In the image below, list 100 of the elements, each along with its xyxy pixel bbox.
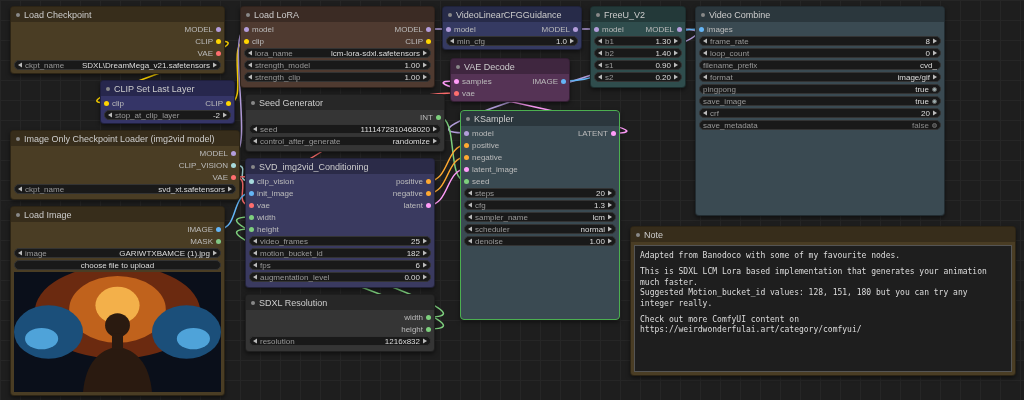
- text-widget[interactable]: filename_prefix cvd_: [699, 60, 941, 70]
- collapse-dot-icon[interactable]: [456, 64, 460, 69]
- collapse-dot-icon[interactable]: [106, 86, 110, 91]
- output-port-dot[interactable]: [231, 174, 236, 180]
- node-card[interactable]: Seed Generator INT seed 1111472810468020 control_after_generate randomize: [245, 94, 445, 152]
- combo-widget[interactable]: format image/gif: [699, 72, 941, 82]
- input-port-dot[interactable]: [464, 142, 469, 148]
- increment-arrow-icon[interactable]: [933, 110, 937, 116]
- output-port-dot[interactable]: [426, 190, 431, 196]
- output-port-dot[interactable]: [231, 150, 236, 156]
- number-widget[interactable]: stop_at_clip_layer -2: [104, 110, 231, 120]
- number-widget[interactable]: augmentation_level 0.00: [249, 272, 431, 282]
- output-port-dot[interactable]: [426, 178, 431, 184]
- input-port-dot[interactable]: [464, 154, 469, 160]
- number-widget[interactable]: steps 20: [464, 188, 616, 198]
- toggle-knob[interactable]: [932, 122, 937, 128]
- input-port-dot[interactable]: [454, 78, 459, 84]
- number-widget[interactable]: s1 0.90: [594, 60, 682, 70]
- number-widget[interactable]: strength_model 1.00: [244, 60, 431, 70]
- note-text-area[interactable]: [634, 245, 1012, 372]
- collapse-dot-icon[interactable]: [466, 116, 470, 121]
- number-widget[interactable]: crf 20: [699, 108, 941, 118]
- decrement-arrow-icon[interactable]: [253, 338, 257, 344]
- output-port-dot[interactable]: [436, 114, 441, 120]
- input-port-dot[interactable]: [454, 90, 459, 96]
- decrement-arrow-icon[interactable]: [450, 38, 454, 44]
- combo-widget[interactable]: scheduler normal: [464, 224, 616, 234]
- collapse-dot-icon[interactable]: [16, 212, 20, 217]
- combo-widget[interactable]: ckpt_name SDXL\DreamMega_v21.safetensors: [14, 60, 221, 70]
- node-card[interactable]: SVD_img2vid_Conditioning clip_vision positive init_image negative vae latent width height video_frames 25 motion_bucket_id 182 fps 6 augmentation_level 0.00: [245, 158, 435, 288]
- number-widget[interactable]: s2 0.20: [594, 72, 682, 82]
- output-port-dot[interactable]: [677, 26, 682, 32]
- decrement-arrow-icon[interactable]: [703, 110, 707, 116]
- decrement-arrow-icon[interactable]: [18, 250, 22, 256]
- collapse-dot-icon[interactable]: [448, 12, 452, 17]
- upload-button[interactable]: choose file to upload: [14, 260, 221, 270]
- number-widget[interactable]: min_cfg 1.0: [446, 36, 578, 46]
- decrement-arrow-icon[interactable]: [18, 62, 22, 68]
- combo-widget[interactable]: sampler_name lcm: [464, 212, 616, 222]
- number-widget[interactable]: video_frames 25: [249, 236, 431, 246]
- combo-widget[interactable]: image GARIWTXBAMCE (1).jpg: [14, 248, 221, 258]
- toggle-widget[interactable]: save_metadata false: [699, 120, 941, 130]
- output-port-dot[interactable]: [216, 238, 221, 244]
- node-card[interactable]: Load Image IMAGE MASK image GARIWTXBAMCE (1).jpg choose file to upload: [10, 206, 225, 396]
- decrement-arrow-icon[interactable]: [703, 74, 707, 80]
- collapse-dot-icon[interactable]: [246, 12, 250, 17]
- node-card[interactable]: Video Combine images frame_rate 8 loop_count 0 filename_prefix cvd_ format image/gif pingpong true save_image true crf 20 save_metadata false: [695, 6, 945, 216]
- node-card[interactable]: KSampler model LATENT positive negative latent_image seed steps 20 cfg 1.3 sampler_name lcm scheduler normal denoise 1.00: [460, 110, 620, 320]
- number-widget[interactable]: b1 1.30: [594, 36, 682, 46]
- toggle-widget[interactable]: pingpong true: [699, 84, 941, 94]
- collapse-dot-icon[interactable]: [251, 300, 255, 305]
- increment-arrow-icon[interactable]: [933, 74, 937, 80]
- output-port-dot[interactable]: [226, 100, 231, 106]
- number-widget[interactable]: frame_rate 8: [699, 36, 941, 46]
- input-port-dot[interactable]: [699, 26, 704, 32]
- input-port-dot[interactable]: [464, 130, 469, 136]
- output-port-dot[interactable]: [426, 326, 431, 332]
- input-port-dot[interactable]: [594, 26, 599, 32]
- input-port-dot[interactable]: [244, 26, 249, 32]
- input-port-dot[interactable]: [249, 178, 254, 184]
- output-port-dot[interactable]: [216, 26, 221, 32]
- output-port-dot[interactable]: [426, 38, 431, 44]
- output-port-dot[interactable]: [426, 314, 431, 320]
- node-card[interactable]: SDXL Resolution width height resolution 1216x832: [245, 294, 435, 352]
- decrement-arrow-icon[interactable]: [108, 112, 112, 118]
- number-widget[interactable]: loop_count 0: [699, 48, 941, 58]
- collapse-dot-icon[interactable]: [251, 100, 255, 105]
- input-port-dot[interactable]: [249, 214, 254, 220]
- input-port-dot[interactable]: [464, 166, 469, 172]
- increment-arrow-icon[interactable]: [213, 250, 217, 256]
- node-card[interactable]: Load LoRA model MODEL clip CLIP lora_name lcm-lora-sdxl.safetensors strength_model 1.00 strength_clip 1.00: [240, 6, 435, 88]
- output-port-dot[interactable]: [426, 202, 431, 208]
- collapse-dot-icon[interactable]: [596, 12, 600, 17]
- number-widget[interactable]: b2 1.40: [594, 48, 682, 58]
- combo-widget[interactable]: resolution 1216x832: [249, 336, 431, 346]
- input-port-dot[interactable]: [249, 226, 254, 232]
- toggle-knob[interactable]: [932, 98, 937, 104]
- combo-widget[interactable]: ckpt_name svd_xt.safetensors: [14, 184, 236, 194]
- collapse-dot-icon[interactable]: [251, 164, 255, 169]
- node-card[interactable]: Image Only Checkpoint Loader (img2vid model) MODEL CLIP_VISION VAE ckpt_name svd_xt.safetensors: [10, 130, 240, 200]
- node-card[interactable]: VideoLinearCFGGuidance model MODEL min_cfg 1.0: [442, 6, 582, 50]
- increment-arrow-icon[interactable]: [223, 112, 227, 118]
- output-port-dot[interactable]: [561, 78, 566, 84]
- number-widget[interactable]: cfg 1.3: [464, 200, 616, 210]
- output-port-dot[interactable]: [231, 162, 236, 168]
- number-widget[interactable]: denoise 1.00: [464, 236, 616, 246]
- toggle-knob[interactable]: [932, 86, 937, 92]
- collapse-dot-icon[interactable]: [701, 12, 705, 17]
- node-card[interactable]: FreeU_V2 model MODEL b1 1.30 b2 1.40 s1 0.90 s2 0.20: [590, 6, 686, 88]
- combo-widget[interactable]: control_after_generate randomize: [249, 136, 441, 146]
- toggle-widget[interactable]: save_image true: [699, 96, 941, 106]
- input-port-dot[interactable]: [244, 38, 249, 44]
- output-port-dot[interactable]: [216, 226, 221, 232]
- collapse-dot-icon[interactable]: [636, 232, 640, 237]
- number-widget[interactable]: motion_bucket_id 182: [249, 248, 431, 258]
- output-port-dot[interactable]: [216, 38, 221, 44]
- node-card[interactable]: Load Checkpoint MODEL CLIP VAE ckpt_name SDXL\DreamMega_v21.safetensors: [10, 6, 225, 74]
- node-card[interactable]: CLIP Set Last Layer clip CLIP stop_at_clip_layer -2: [100, 80, 235, 124]
- output-port-dot[interactable]: [216, 50, 221, 56]
- number-widget[interactable]: seed 1111472810468020: [249, 124, 441, 134]
